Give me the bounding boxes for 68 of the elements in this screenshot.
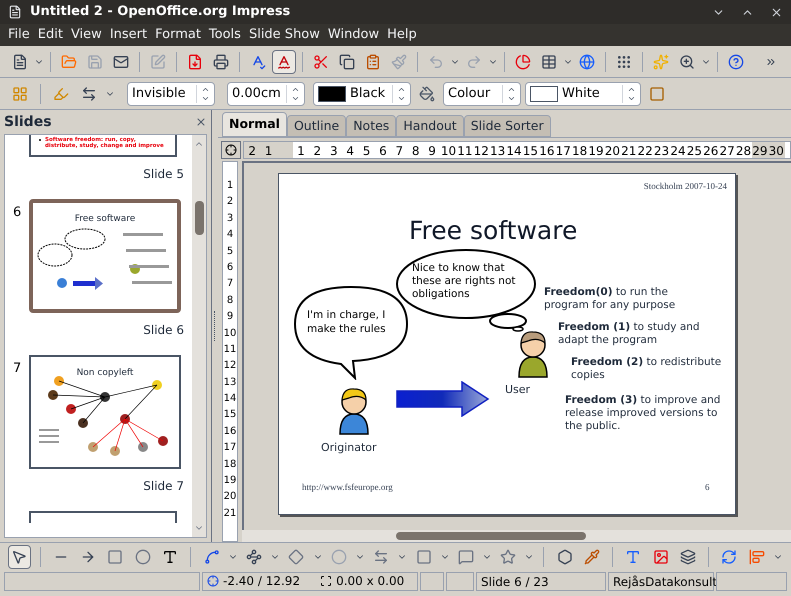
panel-title: Slides: [4, 112, 53, 132]
view-tab[interactable]: Normal: [222, 112, 287, 137]
slide-label[interactable]: Slide 5: [143, 157, 192, 183]
position-icon: [207, 575, 219, 587]
menu-item[interactable]: Edit: [34, 25, 67, 45]
close-icon[interactable]: [770, 6, 783, 18]
user-label: User: [505, 382, 530, 398]
scrollbar-thumb[interactable]: [194, 201, 204, 235]
slide-thumbnail[interactable]: Non copyleft: [29, 355, 181, 469]
menu-item[interactable]: View: [66, 25, 106, 45]
page-number: 6: [705, 481, 710, 494]
autospellcheck-icon[interactable]: [272, 50, 296, 74]
slide-thumbnail[interactable]: [29, 511, 177, 523]
view-tab[interactable]: Handout: [396, 115, 464, 137]
freedom-text: Freedom (2) to redistribute copies: [571, 356, 722, 382]
vertical-ruler: 1 2 3 4 5 6 7 8 9 10 11 12 13 14 15 16 17 18 19 20 21: [222, 161, 238, 542]
menu-item[interactable]: Help: [383, 25, 421, 45]
status-panel: [446, 572, 474, 590]
author-field: RejåsDatakonsult: [608, 572, 714, 590]
position-text: -2.40 / 12.92: [223, 573, 300, 590]
slide-date: Stockholm 2007-10-24: [644, 180, 727, 193]
color-swatch-icon: [318, 86, 346, 102]
menu-item[interactable]: Slide Show: [244, 25, 324, 45]
close-icon[interactable]: [195, 116, 207, 128]
splitter-handle-icon[interactable]: [214, 311, 216, 341]
view-tab[interactable]: Notes: [346, 115, 396, 137]
fill-color-dropdown[interactable]: White: [525, 82, 641, 106]
slide-title: Free software: [409, 215, 578, 247]
slide-label[interactable]: Slide 7: [143, 469, 192, 495]
color-swatch-icon: [530, 86, 558, 102]
size-text: 0.00 x 0.00: [336, 573, 404, 590]
horizontal-ruler: 2 1 1 2 3 4 5 6 7 8 9 10 11 12 13 14 15 16 17 18 19 20 21 22 23 24 25 2627 28 29 30: [243, 141, 791, 159]
app-icon: [8, 5, 22, 19]
line-color-dropdown[interactable]: Black: [313, 82, 411, 106]
thought-text: Nice to know that these are rights not obligations: [412, 262, 516, 301]
slide-label[interactable]: Slide 6: [143, 313, 192, 339]
window-title: Untitled 2 - OpenOffice.org Impress: [30, 3, 292, 22]
menu-item[interactable]: Tools: [204, 25, 245, 45]
menu-item[interactable]: Insert: [106, 25, 152, 45]
slide-number: 6: [12, 205, 22, 220]
footer-url: http://www.fsfeurope.org: [302, 481, 393, 494]
speech-text: I'm in charge, I make the rules: [307, 308, 387, 336]
thumbnail-title: Free software: [74, 213, 136, 226]
view-tab[interactable]: Outline: [286, 115, 346, 137]
menu-item[interactable]: File: [4, 25, 34, 45]
line-style-dropdown[interactable]: Invisible: [127, 82, 215, 106]
scrollbar-thumb[interactable]: [396, 532, 586, 540]
menu-item[interactable]: Format: [151, 25, 205, 45]
freedom-text: Freedom (3) to improve and release improved versions to the public.: [565, 394, 721, 433]
slide-number: 7: [12, 361, 22, 376]
slide-indicator: Slide 6 / 23: [476, 572, 606, 590]
status-panel: [716, 572, 787, 590]
size-icon: [320, 575, 332, 587]
scrollbar[interactable]: [192, 135, 206, 537]
tab-stop-icon[interactable]: [221, 141, 241, 159]
freedom-text: Freedom (1) to study and adapt the program: [558, 321, 701, 347]
thumbnail-title: Non copyleft: [76, 367, 134, 380]
status-panel: [420, 572, 444, 590]
view-tab[interactable]: Slide Sorter: [464, 115, 551, 137]
arrow-icon: [396, 381, 490, 417]
horizontal-scrollbar[interactable]: [242, 530, 791, 542]
line-width-field[interactable]: 0.00cm: [227, 82, 305, 106]
originator-label: Originator: [321, 440, 377, 456]
menu-item[interactable]: Window: [324, 25, 384, 45]
freedom-text: Freedom(0) to run the program for any purpose: [544, 286, 676, 312]
pointer-icon[interactable]: [8, 544, 31, 568]
slide-thumbnail[interactable]: Free software: [29, 199, 181, 313]
area-style-dropdown[interactable]: Colour: [443, 82, 521, 106]
